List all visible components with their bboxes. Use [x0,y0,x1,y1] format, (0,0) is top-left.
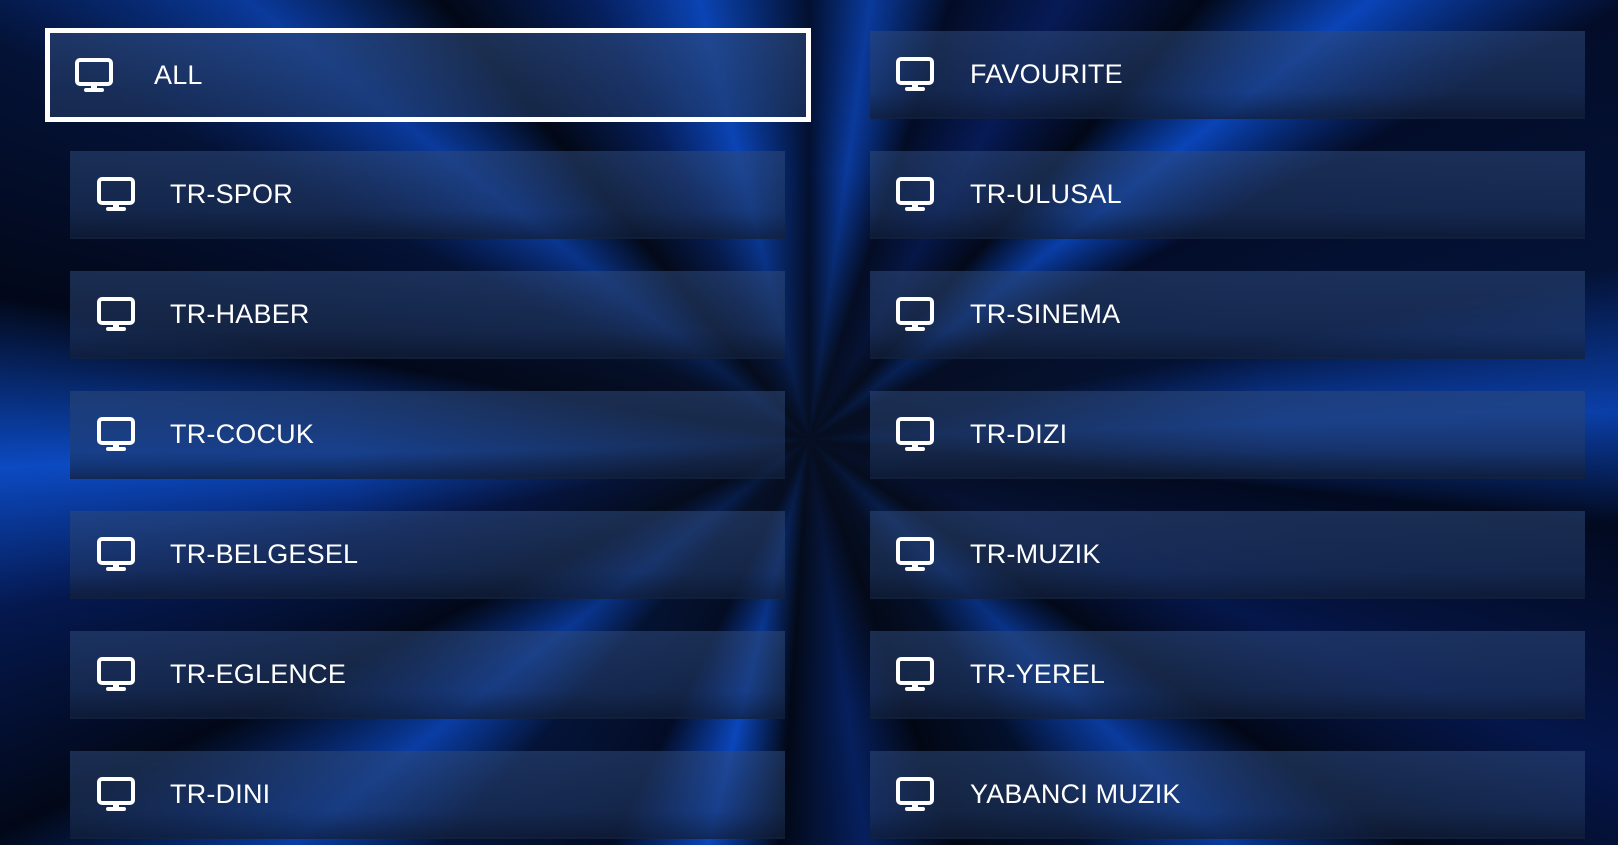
monitor-icon [895,176,935,212]
category-label: TR-HABER [170,298,310,329]
category-label: FAVOURITE [970,58,1123,89]
monitor-icon [895,776,935,812]
monitor-icon [96,656,136,692]
category-tile-tr-belgesel[interactable]: TR-BELGESEL [70,511,785,599]
category-grid: ALL FAVOURITE TR-SPOR TR-ULUSAL TR-HABER… [0,0,1618,845]
category-label: TR-DIZI [970,418,1068,449]
category-tile-tr-dini[interactable]: TR-DINI [70,751,785,839]
category-label: TR-BELGESEL [170,538,359,569]
monitor-icon [96,536,136,572]
monitor-icon [895,536,935,572]
category-tile-tr-eglence[interactable]: TR-EGLENCE [70,631,785,719]
category-label: TR-SPOR [170,178,293,209]
category-tile-tr-dizi[interactable]: TR-DIZI [870,391,1585,479]
monitor-icon [895,56,935,92]
category-tile-tr-muzik[interactable]: TR-MUZIK [870,511,1585,599]
monitor-icon [74,57,114,93]
category-tile-all[interactable]: ALL [45,28,811,122]
category-label: TR-COCUK [170,418,315,449]
monitor-icon [96,776,136,812]
category-tile-yabanci-muzik[interactable]: YABANCI MUZIK [870,751,1585,839]
category-label: TR-MUZIK [970,538,1101,569]
category-label: TR-EGLENCE [170,658,347,689]
monitor-icon [895,656,935,692]
category-tile-tr-sinema[interactable]: TR-SINEMA [870,271,1585,359]
category-tile-tr-spor[interactable]: TR-SPOR [70,151,785,239]
monitor-icon [895,296,935,332]
category-label: TR-ULUSAL [970,178,1122,209]
category-label: YABANCI MUZIK [970,778,1181,809]
monitor-icon [96,176,136,212]
monitor-icon [895,416,935,452]
category-tile-tr-cocuk[interactable]: TR-COCUK [70,391,785,479]
category-tile-tr-haber[interactable]: TR-HABER [70,271,785,359]
category-tile-favourite[interactable]: FAVOURITE [870,31,1585,119]
category-label: ALL [154,59,203,90]
category-label: TR-YEREL [970,658,1106,689]
monitor-icon [96,296,136,332]
category-label: TR-SINEMA [970,298,1121,329]
category-tile-tr-yerel[interactable]: TR-YEREL [870,631,1585,719]
category-label: TR-DINI [170,778,271,809]
monitor-icon [96,416,136,452]
category-tile-tr-ulusal[interactable]: TR-ULUSAL [870,151,1585,239]
